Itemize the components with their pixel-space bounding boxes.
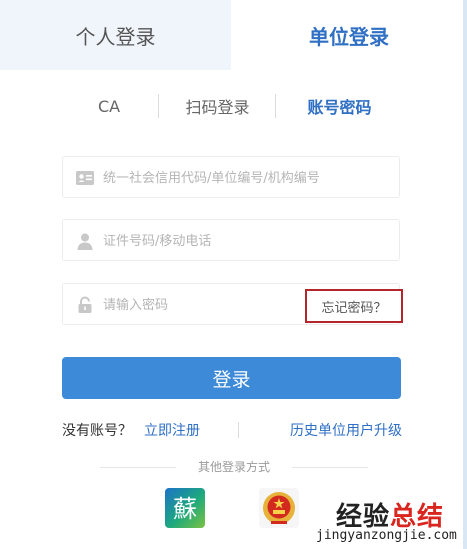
login-type-tabs: 个人登录 单位登录 [0, 0, 467, 70]
watermark: 经验总结 jingyanzongjie.com [300, 496, 460, 546]
watermark-url: jingyanzongjie.com [316, 528, 457, 543]
login-panel: 个人登录 单位登录 CA 扫码登录 账号密码 统一社会信用代码/单位编号/机构编… [0, 0, 467, 549]
register-link[interactable]: 立即注册 [144, 420, 200, 440]
login-button[interactable]: 登录 [62, 357, 401, 399]
credit-code-field [62, 156, 400, 199]
tab-account-password[interactable]: 账号密码 [277, 88, 402, 124]
panel-edge [463, 0, 467, 549]
tab-divider [275, 94, 276, 118]
tab-scan-login[interactable]: 扫码登录 [160, 88, 275, 124]
upgrade-link[interactable]: 历史单位用户升级 [290, 420, 402, 440]
credit-code-input[interactable] [101, 157, 395, 199]
lock-icon [78, 296, 92, 313]
tab-unit-login[interactable]: 单位登录 [231, 0, 467, 70]
register-divider [238, 422, 239, 438]
login-method-tabs: CA 扫码登录 账号密码 [60, 88, 402, 124]
forgot-password-link[interactable]: 忘记密码？ [305, 289, 403, 323]
id-phone-input[interactable] [101, 220, 395, 262]
other-login-divider: 其他登录方式 [100, 458, 368, 476]
user-icon [77, 233, 93, 250]
id-card-icon [76, 171, 94, 185]
id-phone-field [62, 219, 400, 262]
register-row: 没有账号？ 立即注册 历史单位用户升级 [62, 420, 402, 442]
tab-ca[interactable]: CA [60, 88, 158, 124]
su-service-icon[interactable]: 蘇 [165, 488, 205, 528]
national-emblem-icon[interactable] [259, 488, 299, 528]
su-char: 蘇 [173, 495, 197, 523]
no-account-text: 没有账号？ [62, 423, 132, 439]
divider-line [292, 467, 368, 468]
tab-divider [158, 94, 159, 118]
tab-personal-login[interactable]: 个人登录 [0, 0, 231, 70]
password-input[interactable] [101, 284, 305, 326]
